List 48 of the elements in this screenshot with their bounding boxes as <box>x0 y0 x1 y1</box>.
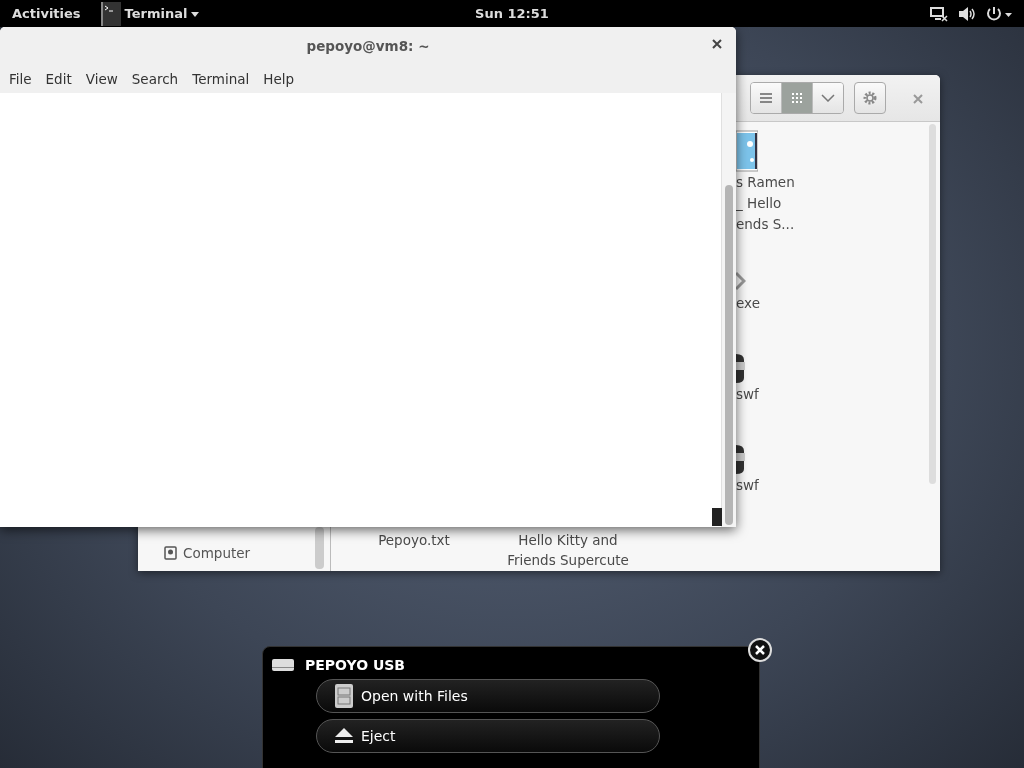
file-cabinet-icon <box>335 684 353 708</box>
close-button[interactable] <box>712 39 722 49</box>
eject-icon <box>335 728 353 744</box>
file-label[interactable]: s Ramen _ Hello ends S... <box>736 172 795 235</box>
network-icon[interactable] <box>930 5 948 22</box>
scrollbar[interactable] <box>929 124 936 484</box>
menu-item[interactable]: Terminal <box>185 71 257 87</box>
window-title: pepoyo@vm8: ~ <box>306 38 430 54</box>
app-menu[interactable]: Terminal <box>100 1 200 26</box>
grid-view-button[interactable] <box>781 83 812 113</box>
menu-item[interactable]: Edit <box>38 71 79 87</box>
file-label[interactable]: swf <box>736 475 759 496</box>
scrollbar-thumb[interactable] <box>725 185 733 525</box>
list-icon <box>760 93 772 103</box>
menu-item[interactable]: File <box>2 71 39 87</box>
file-label[interactable]: Pepoyo.txt <box>378 530 450 550</box>
notification-title: PEPOYO USB <box>305 657 406 673</box>
close-icon <box>748 638 772 662</box>
scrollbar[interactable] <box>315 527 324 569</box>
text-cursor <box>712 508 722 526</box>
close-icon <box>712 39 722 49</box>
scrollbar-track[interactable] <box>721 93 736 527</box>
power-icon[interactable] <box>986 5 1012 22</box>
activities-button[interactable]: Activities <box>12 6 81 21</box>
menu-item[interactable]: Help <box>256 71 302 87</box>
terminal-icon <box>100 1 121 26</box>
view-options-button[interactable] <box>812 83 843 113</box>
open-button[interactable]: Open with Files <box>316 679 660 713</box>
menu-item[interactable]: Search <box>124 71 186 87</box>
file-label[interactable]: exe <box>736 293 760 314</box>
clock[interactable]: Sun 12:51 <box>475 6 549 21</box>
grid-icon <box>792 93 802 103</box>
eject-button[interactable]: Eject <box>316 719 660 753</box>
video-thumbnail-icon <box>736 130 758 172</box>
caret-icon <box>191 10 200 17</box>
close-icon <box>913 93 923 104</box>
drive-icon <box>272 659 294 671</box>
settings-button[interactable] <box>854 82 886 114</box>
computer-icon <box>164 546 177 560</box>
sidebar-item[interactable]: Computer <box>164 545 330 561</box>
volume-icon[interactable] <box>958 5 976 22</box>
file-label[interactable]: Hello Kitty and Friends Supercute <box>507 530 629 570</box>
menu-item[interactable]: View <box>78 71 125 87</box>
list-view-button[interactable] <box>751 83 781 113</box>
chevron-down-icon <box>821 94 835 102</box>
gear-icon <box>862 90 878 106</box>
file-label[interactable]: swf <box>736 384 759 405</box>
executable-icon <box>736 269 746 293</box>
